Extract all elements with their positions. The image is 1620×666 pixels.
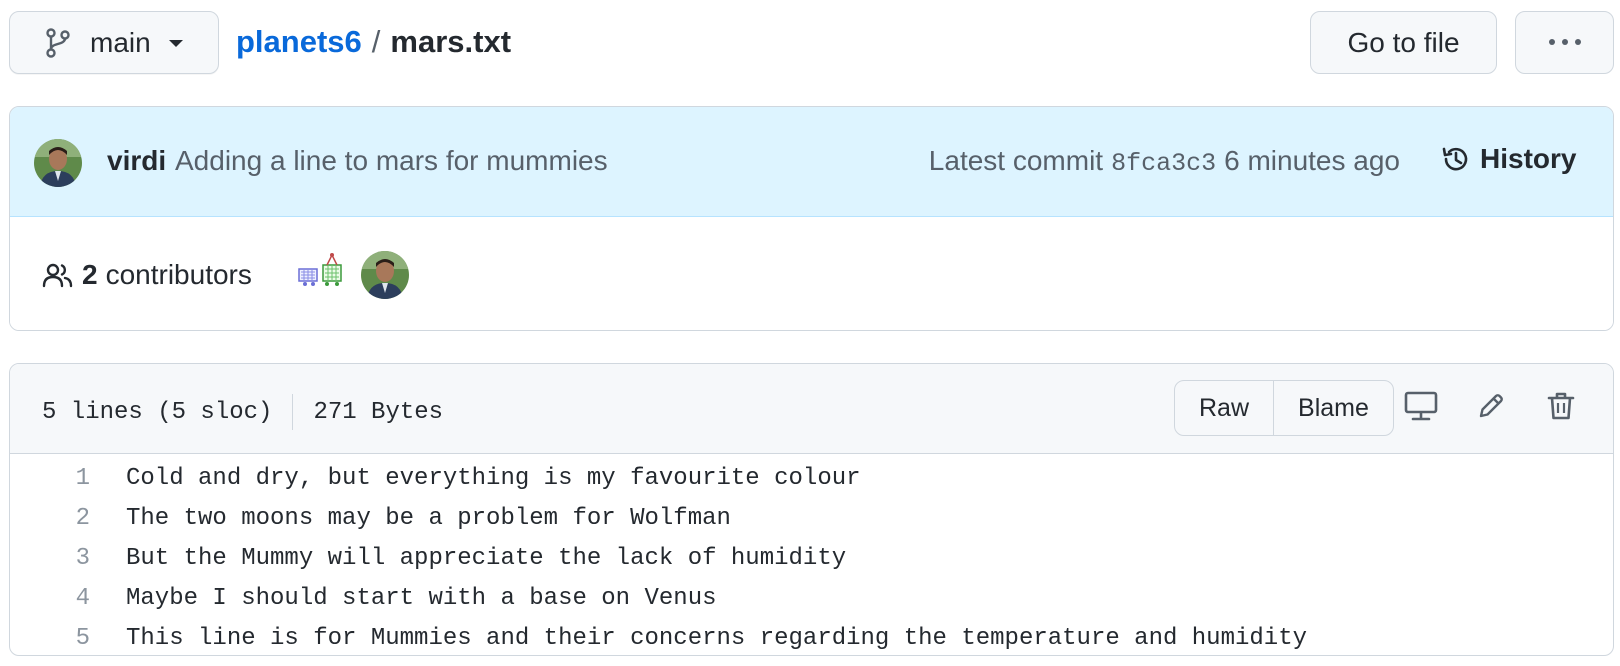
raw-button[interactable]: Raw [1175, 381, 1273, 435]
file-navigation: main planets6 / mars.txt Go to file [0, 0, 1620, 90]
file-info: 5 lines (5 sloc) 271 Bytes [42, 394, 443, 430]
line-number[interactable]: 5 [10, 625, 90, 652]
breadcrumb-repo-link[interactable]: planets6 [236, 24, 362, 60]
code-line: 3 But the Mummy will appreciate the lack… [10, 538, 1613, 578]
line-number[interactable]: 1 [10, 465, 90, 492]
contributors-link[interactable]: 2 contributors [42, 259, 252, 291]
line-number[interactable]: 2 [10, 505, 90, 532]
code-line: 4 Maybe I should start with a base on Ve… [10, 578, 1613, 618]
file-header: 5 lines (5 sloc) 271 Bytes Raw Blame [10, 364, 1613, 454]
line-text: But the Mummy will appreciate the lack o… [126, 544, 847, 572]
breadcrumb-separator: / [371, 24, 381, 59]
branch-select-button[interactable]: main [9, 11, 219, 74]
line-text: Cold and dry, but everything is my favou… [126, 464, 861, 492]
file-size: 271 Bytes [313, 398, 444, 426]
code-view: 1 Cold and dry, but everything is my fav… [10, 454, 1613, 655]
code-line: 2 The two moons may be a problem for Wol… [10, 498, 1613, 538]
contributor-avatar-identicon[interactable] [297, 251, 349, 291]
caret-down-icon [167, 37, 185, 49]
avatar[interactable] [34, 139, 82, 187]
branch-name: main [90, 26, 151, 58]
history-link[interactable]: History [1440, 143, 1576, 175]
contributors-count: 2 [82, 259, 98, 290]
edit-file-button[interactable] [1473, 390, 1509, 426]
latest-commit-row: virdi Adding a line to mars for mummies … [10, 107, 1613, 217]
breadcrumb: planets6 / mars.txt [236, 22, 511, 62]
commit-time: 6 minutes ago [1224, 145, 1400, 176]
latest-commit-label: Latest commit [928, 145, 1104, 176]
line-text: The two moons may be a problem for Wolfm… [126, 504, 731, 532]
go-to-file-button[interactable]: Go to file [1310, 11, 1497, 74]
trash-icon [1546, 390, 1576, 427]
history-label: History [1480, 143, 1577, 174]
line-number[interactable]: 4 [10, 585, 90, 612]
line-text: This line is for Mummies and their conce… [126, 624, 1307, 652]
open-desktop-button[interactable] [1403, 390, 1439, 426]
commit-meta: Latest commit 8fca3c3 6 minutes ago [929, 145, 1400, 178]
desktop-icon [1404, 390, 1438, 427]
commit-author[interactable]: virdi [107, 145, 166, 177]
file-info-divider [292, 394, 294, 430]
git-branch-icon [44, 27, 72, 59]
pencil-icon [1475, 390, 1507, 427]
code-line: 1 Cold and dry, but everything is my fav… [10, 458, 1613, 498]
contributor-avatar[interactable] [361, 251, 409, 299]
file-viewer: 5 lines (5 sloc) 271 Bytes Raw Blame 1 C… [9, 363, 1614, 656]
contributors-label: contributors [105, 259, 252, 290]
more-options-button[interactable] [1515, 11, 1614, 74]
file-view-button-group: Raw Blame [1174, 380, 1394, 436]
people-icon [42, 259, 74, 291]
breadcrumb-file-name: mars.txt [390, 24, 512, 59]
commit-sha-link[interactable]: 8fca3c3 [1111, 149, 1216, 178]
line-text: Maybe I should start with a base on Venu… [126, 584, 717, 612]
line-number[interactable]: 3 [10, 545, 90, 572]
commit-box: virdi Adding a line to mars for mummies … [9, 106, 1614, 331]
delete-file-button[interactable] [1543, 390, 1579, 426]
contributors-row: 2 contributors [10, 217, 1613, 330]
kebab-horizontal-icon [1547, 34, 1583, 52]
history-icon [1440, 143, 1472, 175]
blame-button[interactable]: Blame [1273, 381, 1393, 435]
file-line-count: 5 lines (5 sloc) [42, 398, 273, 426]
commit-message[interactable]: Adding a line to mars for mummies [175, 145, 608, 177]
code-line: 5 This line is for Mummies and their con… [10, 618, 1613, 655]
